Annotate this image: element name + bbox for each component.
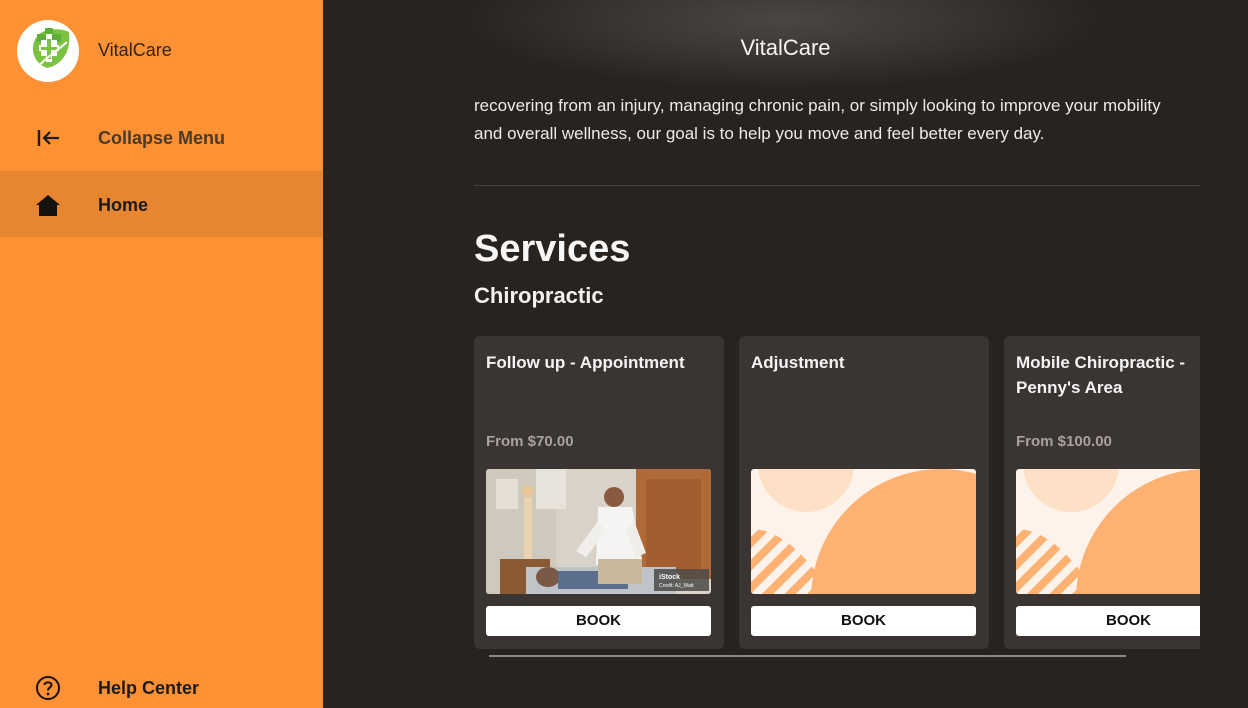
service-title: Follow up - Appointment [486,353,685,372]
book-button[interactable]: BOOK [1016,606,1200,636]
help-circle-icon [34,674,62,702]
page-header-title: VitalCare [740,35,831,60]
service-title: Mobile Chiropractic - Penny's Area [1016,353,1186,397]
book-button[interactable]: BOOK [751,606,976,636]
main-content: VitalCare recovering from an injury, man… [323,0,1248,708]
services-heading: Services [474,228,631,270]
sidebar-item-label: Home [98,195,149,215]
top-bar: VitalCare [323,0,1248,92]
collapse-menu-button[interactable]: Collapse Menu [0,104,323,170]
brand: VitalCare [0,0,323,100]
collapse-left-icon [34,124,62,152]
brand-name: VitalCare [98,40,172,60]
book-button[interactable]: BOOK [486,606,711,636]
intro-text: recovering from an injury, managing chro… [474,96,1161,143]
category-heading: Chiropractic [474,283,604,308]
collapse-menu-label: Collapse Menu [98,128,226,148]
service-price: From $100.00 [1016,433,1112,450]
photo-credit: Credit: AJ_Watt [659,583,694,589]
service-image-placeholder [1016,469,1200,594]
home-icon [34,191,62,219]
service-title: Adjustment [751,353,845,372]
service-card[interactable]: Mobile Chiropractic - Penny's Area From … [1004,336,1200,649]
photo-credit-brand: iStock [659,574,680,581]
service-card[interactable]: Adjustment BOOK [739,336,989,649]
services-carousel[interactable]: Follow up - Appointment From $70.00 iSto… [474,336,1200,650]
service-image-placeholder [751,469,976,594]
service-image: iStock Credit: AJ_Watt [486,469,711,594]
vitalcare-logo[interactable] [17,20,79,82]
sidebar: VitalCare Collapse Menu Home Help Center [0,0,323,708]
sidebar-item-label: Help Center [98,678,200,698]
sidebar-item-home[interactable]: Home [0,171,323,237]
service-card[interactable]: Follow up - Appointment From $70.00 iSto… [474,336,724,649]
sidebar-item-help-center[interactable]: Help Center [0,654,323,708]
divider [474,185,1200,186]
service-price: From $70.00 [486,433,574,450]
carousel-scrollbar[interactable] [489,655,1126,657]
